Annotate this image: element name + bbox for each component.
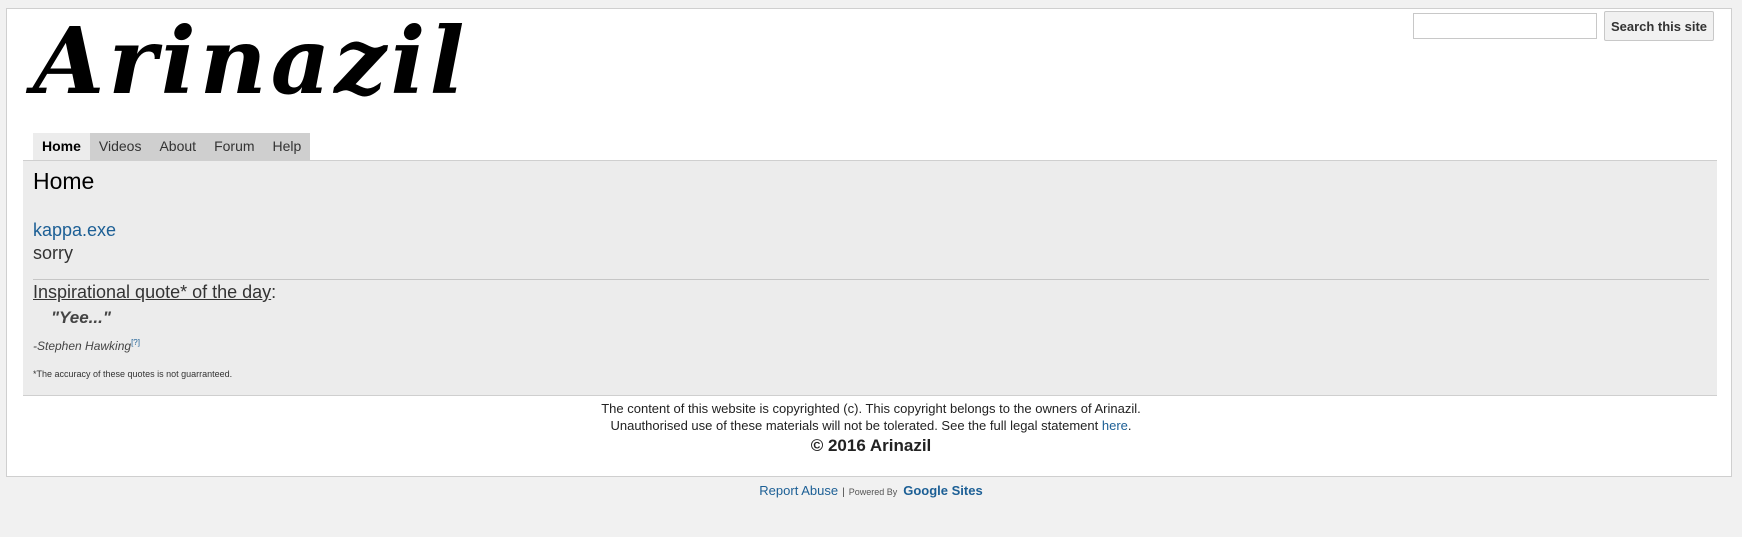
nav-bar: Home Videos About Forum Help <box>33 133 311 160</box>
powered-by-label: Powered By <box>848 487 898 497</box>
google-sites-link[interactable]: Google Sites <box>903 483 982 498</box>
footer-copyright: © 2016 Arinazil <box>810 436 932 455</box>
footer-copyright-notice: The content of this website is copyright… <box>601 401 1141 416</box>
quote-text: "Yee..." <box>51 308 111 327</box>
search-input[interactable] <box>1413 13 1597 39</box>
search-button[interactable]: Search this site <box>1604 11 1714 41</box>
nav-item-about[interactable]: About <box>150 133 205 160</box>
footer-legal-period: . <box>1127 418 1132 433</box>
divider <box>33 279 1709 280</box>
nav-item-videos[interactable]: Videos <box>90 133 151 160</box>
nav-item-forum[interactable]: Forum <box>205 133 263 160</box>
report-abuse-link[interactable]: Report Abuse <box>759 483 838 498</box>
quote-heading-colon: : <box>271 282 277 302</box>
quote-author: -Stephen Hawking[?] <box>33 338 140 353</box>
site-logo[interactable]: Arinazil <box>33 11 468 111</box>
quote-author-name: -Stephen Hawking <box>33 339 132 353</box>
footer-legal-text: Unauthorised use of these materials will… <box>610 418 1102 433</box>
separator: | <box>842 487 845 498</box>
footer-legal-line: Unauthorised use of these materials will… <box>0 418 1742 433</box>
sorry-text: sorry <box>33 243 73 263</box>
main-content: Home kappa.exe sorry Inspirational quote… <box>23 160 1717 396</box>
nav-item-help[interactable]: Help <box>264 133 311 160</box>
bottom-bar: Report Abuse | Powered By Google Sites <box>0 483 1742 498</box>
quote-heading-text: Inspirational quote* of the day <box>33 282 272 302</box>
quote-heading: Inspirational quote* of the day: <box>33 282 276 303</box>
legal-statement-link[interactable]: here <box>1102 418 1128 433</box>
page-title: Home <box>33 168 95 194</box>
kappa-exe-link[interactable]: kappa.exe <box>33 220 116 241</box>
quote-reference-link[interactable]: [?] <box>131 338 140 347</box>
nav-item-home[interactable]: Home <box>33 133 90 160</box>
quote-disclaimer: *The accuracy of these quotes is not gua… <box>33 369 233 379</box>
